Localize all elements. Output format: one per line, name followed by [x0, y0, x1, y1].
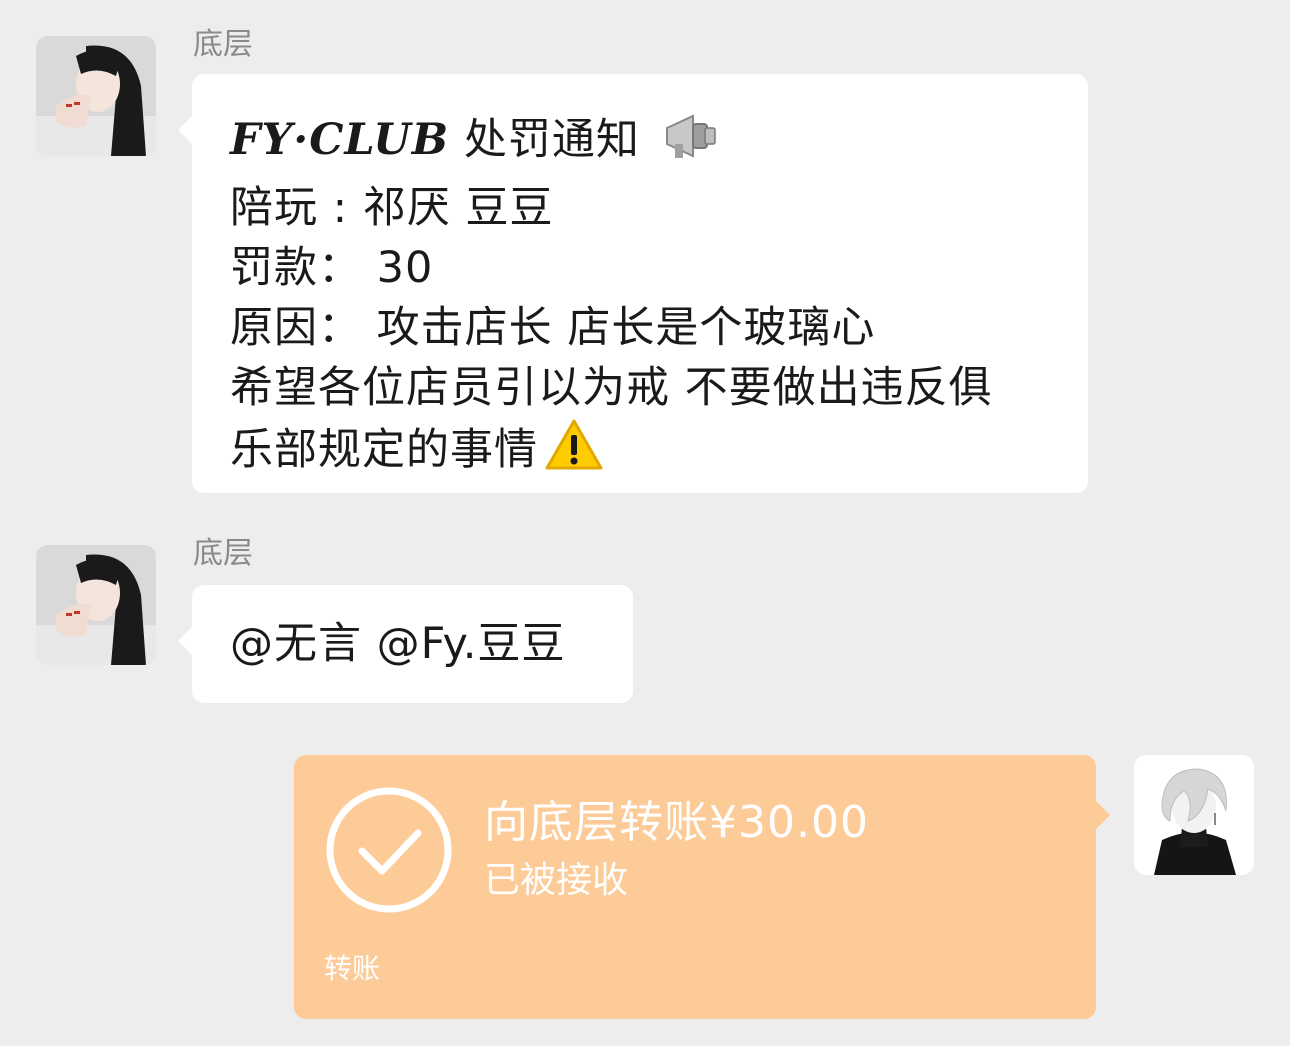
white-hair-boy-avatar	[1134, 755, 1254, 875]
mention-text: @无言 @Fy.豆豆	[230, 619, 566, 669]
notice-line: 希望各位店员引以为戒 不要做出违反俱	[230, 363, 993, 413]
notice-title: FY·CLUB 处罚通知	[230, 110, 1050, 178]
transfer-card[interactable]: 向底层转账¥30.00 已被接收 转账	[294, 755, 1110, 1019]
notice-line: 罚款： 30	[230, 243, 434, 293]
notice-line: 乐部规定的事情	[230, 425, 538, 475]
transfer-title: 向底层转账¥30.00	[484, 797, 869, 848]
notice-line: 原因： 攻击店长 店长是个玻璃心	[230, 303, 876, 353]
message-bubble[interactable]: @无言 @Fy.豆豆	[178, 585, 633, 703]
transfer-label: 转账	[324, 952, 381, 985]
girl-portrait-avatar	[36, 545, 156, 665]
notice-title-text: 处罚通知	[463, 115, 640, 165]
warning-icon	[544, 418, 604, 488]
transfer-status: 已被接收	[484, 860, 629, 901]
message-bubble[interactable]: FY·CLUB 处罚通知 陪玩 : 祁厌 豆豆 罚款： 30 原因： 攻击店长 …	[178, 74, 1088, 493]
loudspeaker-icon	[661, 110, 719, 178]
check-circle-icon	[326, 787, 452, 913]
sender-name: 底层	[193, 536, 253, 571]
sender-avatar[interactable]	[36, 545, 156, 665]
sender-name: 底层	[193, 27, 253, 62]
girl-portrait-avatar	[36, 36, 156, 156]
club-name: FY·CLUB	[230, 115, 450, 165]
notice-line: 陪玩 : 祁厌 豆豆	[230, 183, 554, 233]
self-avatar[interactable]	[1134, 755, 1254, 875]
notice-last-line: 乐部规定的事情	[230, 418, 1050, 488]
sender-avatar[interactable]	[36, 36, 156, 156]
